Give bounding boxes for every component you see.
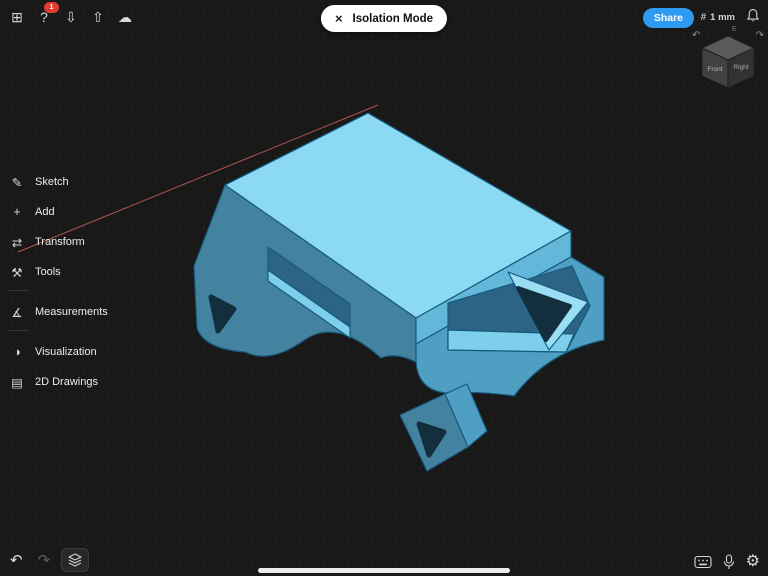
- sidebar-item-add[interactable]: + Add: [8, 200, 168, 224]
- sidebar-item-tools[interactable]: ⚒ Tools: [8, 260, 168, 284]
- undo-icon[interactable]: ↶: [6, 549, 27, 571]
- sidebar-divider: [9, 330, 29, 331]
- bottom-left-bar: ↶ ↷: [6, 548, 89, 572]
- help-badge: 1: [44, 2, 59, 13]
- sidebar-divider: [9, 290, 29, 291]
- notifications-bell-icon[interactable]: [745, 8, 761, 24]
- sidebar-item-measurements[interactable]: ∡ Measurements: [8, 300, 168, 324]
- home-indicator[interactable]: [258, 568, 510, 573]
- bottom-right-bar: ⚙: [694, 554, 760, 570]
- view-cube-faces[interactable]: Front Right: [690, 28, 766, 98]
- rotate-right-icon[interactable]: ↷: [756, 30, 764, 41]
- share-button[interactable]: Share: [643, 8, 694, 28]
- model-group: [194, 113, 604, 471]
- tool-sidebar: ✎ Sketch + Add ⇄ Transform ⚒ Tools ∡ Mea…: [8, 170, 168, 400]
- help-icon[interactable]: ? 1: [32, 5, 56, 29]
- sidebar-item-visualization[interactable]: ◑ Visualization: [8, 340, 168, 364]
- keyboard-icon[interactable]: [694, 555, 712, 569]
- top-left-toolbar: ⊞ ? 1 ⇩ ⇧ ☁: [5, 5, 137, 29]
- grid-units-icon: #: [701, 12, 707, 23]
- export-icon[interactable]: ⇧: [86, 5, 110, 29]
- compass-east-label: E: [732, 26, 737, 33]
- sidebar-item-transform[interactable]: ⇄ Transform: [8, 230, 168, 254]
- isolation-mode-pill: × Isolation Mode: [321, 5, 447, 32]
- cloud-sync-icon[interactable]: ☁: [113, 5, 137, 29]
- close-icon[interactable]: ×: [335, 12, 343, 25]
- add-plus-icon: +: [8, 205, 26, 219]
- import-icon[interactable]: ⇩: [59, 5, 83, 29]
- view-cube-right-label: Right: [733, 64, 748, 71]
- tools-icon: ⚒: [8, 265, 26, 280]
- units-button[interactable]: # 1 mm: [701, 12, 735, 23]
- view-cube-front-label: Front: [707, 66, 722, 73]
- sketch-pencil-icon: ✎: [8, 175, 26, 190]
- transform-icon: ⇄: [8, 235, 26, 250]
- voice-icon[interactable]: [723, 554, 735, 570]
- units-label: 1 mm: [710, 12, 735, 23]
- sidebar-item-sketch[interactable]: ✎ Sketch: [8, 170, 168, 194]
- visualization-icon: ◑: [8, 345, 26, 359]
- 2d-drawings-icon: ▤: [8, 375, 26, 390]
- rotate-left-icon[interactable]: ↶: [692, 30, 700, 41]
- measurements-icon: ∡: [8, 305, 26, 320]
- isolation-mode-label: Isolation Mode: [353, 13, 434, 25]
- redo-icon[interactable]: ↷: [34, 549, 55, 571]
- apps-grid-icon[interactable]: ⊞: [5, 5, 29, 29]
- view-cube[interactable]: ↶ ↷ E Front Right: [690, 28, 766, 98]
- settings-gear-icon[interactable]: ⚙: [746, 554, 760, 570]
- sidebar-item-2d-drawings[interactable]: ▤ 2D Drawings: [8, 370, 168, 394]
- items-layers-button[interactable]: [61, 548, 89, 572]
- layers-icon: [67, 553, 83, 567]
